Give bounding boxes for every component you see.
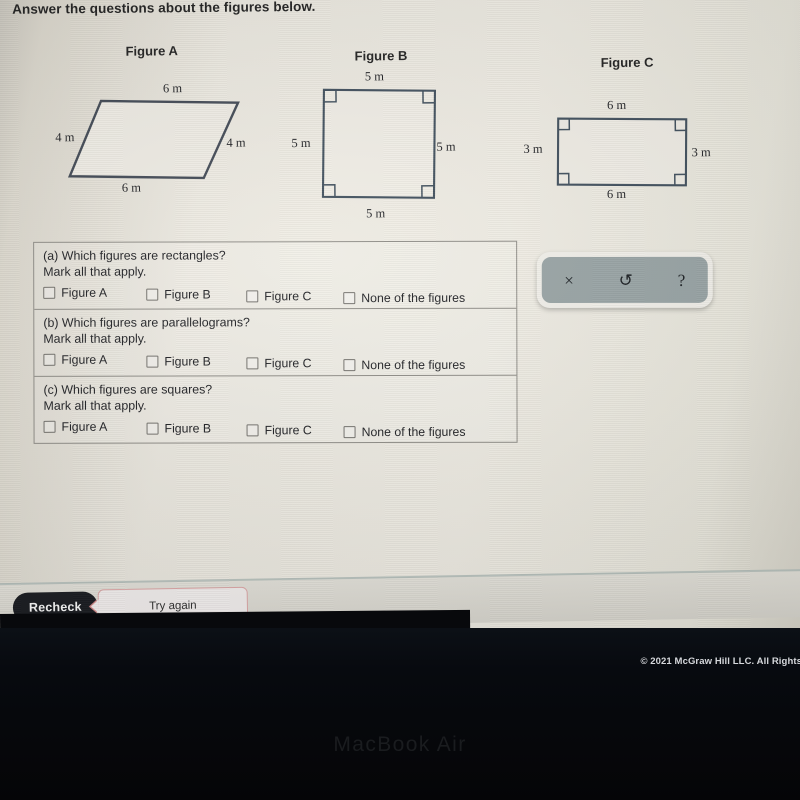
- figure-a-label-top: 6 m: [162, 81, 183, 96]
- option-label: Figure B: [164, 354, 211, 369]
- option-label: None of the figures: [361, 357, 466, 373]
- checkbox-icon[interactable]: [343, 359, 356, 372]
- help-icon[interactable]: ?: [678, 270, 686, 289]
- question-c-option-figure-c[interactable]: Figure C: [246, 423, 344, 438]
- figure-c-label-right: 3 m: [691, 145, 711, 160]
- figure-a-label-left: 4 m: [55, 130, 75, 145]
- page-title: Answer the questions about the figures b…: [12, 0, 316, 17]
- question-a-options: Figure A Figure B Figure C None of the f…: [43, 286, 507, 305]
- question-block-a: (a) Which figures are rectangles? Mark a…: [34, 241, 517, 310]
- figure-b-label-top: 5 m: [364, 69, 384, 84]
- figure-c-label-top: 6 m: [607, 97, 627, 113]
- question-c-option-figure-a[interactable]: Figure A: [43, 419, 147, 434]
- question-a-prompt-line2: Mark all that apply.: [43, 264, 147, 279]
- question-a-option-none[interactable]: None of the figures: [343, 291, 465, 305]
- question-c-option-figure-b[interactable]: Figure B: [146, 421, 247, 436]
- option-label: None of the figures: [361, 290, 466, 306]
- question-b-option-figure-a[interactable]: Figure A: [43, 353, 146, 367]
- laptop-screen-photo: Answer the questions about the figures b…: [0, 0, 800, 800]
- checkbox-icon[interactable]: [43, 353, 56, 366]
- question-b-option-none[interactable]: None of the figures: [343, 358, 465, 372]
- question-a-prompt-line1: (a) Which figures are rectangles?: [43, 248, 226, 263]
- figure-c-caption: Figure C: [600, 54, 654, 71]
- laptop-bezel: © 2021 McGraw Hill LLC. All Rights MacBo…: [0, 628, 800, 800]
- undo-icon[interactable]: ↺: [619, 270, 633, 289]
- question-b-prompt-line2: Mark all that apply.: [43, 331, 147, 346]
- question-c-option-none[interactable]: None of the figures: [343, 424, 466, 440]
- question-block-c: (c) Which figures are squares? Mark all …: [34, 376, 516, 443]
- device-brand-label: MacBook Air: [333, 733, 467, 756]
- answer-toolbar-inner: × ↺ ?: [541, 256, 708, 304]
- copyright-text: © 2021 McGraw Hill LLC. All Rights: [640, 656, 800, 667]
- figure-b-label-bottom: 5 m: [366, 206, 386, 221]
- question-c-options: Figure A Figure B Figure C None of the f…: [43, 419, 508, 440]
- figure-b-shape: [321, 88, 437, 199]
- try-again-label: Try again: [149, 599, 197, 613]
- figure-a-label-right: 4 m: [226, 135, 246, 150]
- question-b-option-figure-b[interactable]: Figure B: [146, 354, 246, 369]
- question-b-prompt-line1: (b) Which figures are parallelograms?: [43, 315, 250, 330]
- checkbox-icon[interactable]: [146, 355, 159, 368]
- question-a-option-figure-a[interactable]: Figure A: [43, 286, 146, 300]
- figure-b-caption: Figure B: [354, 48, 408, 64]
- checkbox-icon[interactable]: [246, 424, 259, 437]
- question-b-options: Figure A Figure B Figure C None of the f…: [43, 353, 507, 372]
- checkbox-icon[interactable]: [146, 288, 159, 301]
- checkbox-icon[interactable]: [246, 290, 259, 303]
- option-label: None of the figures: [361, 424, 466, 440]
- figure-c-label-left: 3 m: [523, 141, 543, 156]
- option-label: Figure B: [164, 287, 211, 302]
- question-block-b: (b) Which figures are parallelograms? Ma…: [34, 308, 517, 377]
- question-a-option-figure-b[interactable]: Figure B: [146, 287, 246, 302]
- option-label: Figure A: [61, 285, 108, 300]
- answer-toolbar: × ↺ ?: [536, 251, 713, 309]
- option-label: Figure C: [264, 356, 312, 371]
- figure-c-label-bottom: 6 m: [606, 186, 627, 202]
- checkbox-icon[interactable]: [43, 286, 56, 299]
- checkbox-icon[interactable]: [343, 426, 356, 439]
- question-b-option-figure-c[interactable]: Figure C: [246, 356, 343, 370]
- option-label: Figure C: [264, 423, 312, 438]
- question-c-prompt: (c) Which figures are squares? Mark all …: [43, 382, 507, 414]
- option-label: Figure A: [61, 352, 108, 367]
- checkbox-icon[interactable]: [343, 292, 356, 305]
- question-a-prompt: (a) Which figures are rectangles? Mark a…: [43, 248, 507, 280]
- checkbox-icon[interactable]: [43, 420, 56, 433]
- checkbox-icon[interactable]: [246, 357, 259, 370]
- question-c-prompt-line2: Mark all that apply.: [43, 398, 147, 413]
- checkbox-icon[interactable]: [146, 422, 159, 435]
- question-b-prompt: (b) Which figures are parallelograms? Ma…: [43, 315, 507, 347]
- option-label: Figure C: [264, 289, 312, 304]
- option-label: Figure B: [164, 421, 212, 436]
- worksheet-screen: Answer the questions about the figures b…: [0, 0, 800, 648]
- question-panel: (a) Which figures are rectangles? Mark a…: [33, 240, 518, 444]
- figure-c-shape: [556, 117, 688, 187]
- option-label: Figure A: [61, 419, 108, 434]
- figure-b-label-left: 5 m: [291, 135, 311, 151]
- figure-b-label-right: 5 m: [436, 139, 456, 154]
- figure-a-label-bottom: 6 m: [121, 180, 142, 195]
- figure-a-caption: Figure A: [125, 43, 178, 59]
- question-c-prompt-line1: (c) Which figures are squares?: [43, 382, 213, 397]
- clear-icon[interactable]: ×: [564, 270, 574, 289]
- question-a-option-figure-c[interactable]: Figure C: [246, 289, 343, 303]
